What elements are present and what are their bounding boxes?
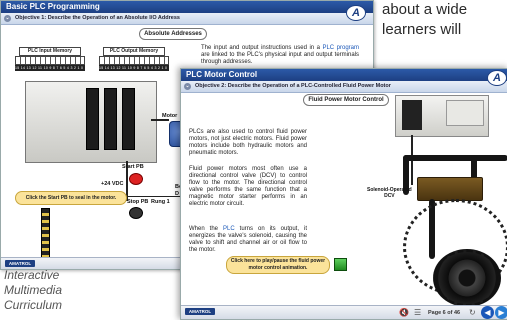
plc-module	[122, 88, 135, 150]
window-front-bottom-bar: AMATROL 🔇 ☰ Page 6 of 46 ↻ ◀ ▶	[181, 305, 507, 319]
window-back-objective: Objective 1: Describe the Operation of a…	[15, 15, 180, 21]
window-front-objective: Objective 2: Describe the Operation of a…	[195, 83, 391, 89]
amatrol-logo-icon: A	[487, 70, 507, 86]
plc-rack-image	[25, 81, 157, 163]
absolute-addresses-button[interactable]: Absolute Addresses	[139, 28, 207, 40]
motor-label: Motor	[162, 113, 178, 119]
start-pushbutton[interactable]	[129, 173, 143, 185]
refresh-icon[interactable]: ↻	[469, 308, 476, 318]
plc-link[interactable]: PLC	[223, 226, 235, 232]
background-text: about a wide learners will	[382, 0, 467, 40]
sprocket-gear-image	[433, 249, 501, 307]
plc-image	[395, 95, 489, 137]
paragraph-3: When the PLC turns on its output, it ene…	[189, 226, 307, 254]
plc-input-memory-label: PLC Input Memory	[19, 47, 81, 56]
paragraph-text: The input and output instructions used i…	[201, 45, 323, 51]
solenoid-dcv-image	[417, 177, 483, 201]
animation-callout: Click here to play/pause the fluid power…	[226, 256, 330, 274]
amatrol-brand: AMATROL	[5, 260, 35, 267]
window-back-objective-bar: ⌄ Objective 1: Describe the Operation of…	[1, 13, 373, 25]
hydraulic-line	[403, 155, 507, 161]
paragraph-2: Fluid power motors most often use a dire…	[189, 166, 307, 207]
menu-icon[interactable]: ☰	[414, 308, 421, 318]
terminal-strip	[41, 208, 50, 262]
caption-line-2: Multimedia	[4, 283, 63, 297]
paragraph-3-text: When the	[189, 226, 223, 232]
page-indicator: Page 6 of 46	[428, 310, 461, 316]
fluid-power-motor-control-button[interactable]: Fluid Power Motor Control	[303, 94, 389, 106]
wire	[151, 119, 169, 121]
caption-line-3: Curriculum	[4, 298, 63, 312]
background-text-line-2: learners will	[382, 21, 462, 38]
plc-output-memory-label: PLC Output Memory	[103, 47, 165, 56]
window-plc-motor-control: PLC Motor Control ⌄ Objective 2: Describ…	[180, 68, 507, 320]
window-front-objective-bar: ⌄ Objective 2: Describe the Operation of…	[181, 81, 507, 93]
start-pb-callout: Click the Start PB to seal in the motor.	[15, 191, 127, 205]
partial-label: D	[175, 191, 179, 197]
plc-input-memory-bits	[15, 56, 85, 65]
objective-chevron-icon[interactable]: ⌄	[4, 15, 11, 22]
amatrol-brand: AMATROL	[185, 308, 215, 315]
plc-program-link[interactable]: PLC program	[322, 45, 359, 51]
caption: Interactive Multimedia Curriculum	[4, 268, 62, 313]
rung-label: Rung 1	[151, 199, 170, 205]
plc-module	[446, 100, 484, 126]
window-back-title: Basic PLC Programming	[1, 1, 373, 13]
back-arrow-icon[interactable]: ◀	[481, 306, 494, 319]
plc-output-memory-bits	[99, 56, 169, 65]
paragraph-text-end: are linked to the PLC's physical input a…	[201, 52, 359, 65]
plc-module	[86, 88, 99, 150]
window-back-paragraph: The input and output instructions used i…	[201, 45, 359, 66]
forward-arrow-icon[interactable]: ▶	[495, 306, 507, 319]
mute-icon[interactable]: 🔇	[399, 308, 409, 318]
plc-module	[402, 100, 422, 130]
start-pb-label: Start PB	[122, 164, 144, 170]
objective-chevron-icon[interactable]: ⌄	[184, 83, 191, 90]
caption-line-1: Interactive	[4, 268, 60, 282]
plc-input-bit-numbers: 15 14 13 12 11 10 9 8 7 6 5 4 3 2 1 0	[15, 65, 85, 71]
voltage-label: +24 VDC	[101, 181, 124, 187]
plc-module	[104, 88, 117, 150]
plc-output-bit-numbers: 15 14 13 12 11 10 9 8 7 6 5 4 3 2 1 0	[99, 65, 169, 71]
stop-pushbutton[interactable]	[129, 207, 143, 219]
paragraph-1: PLCs are also used to control fluid powe…	[189, 129, 307, 156]
window-front-title: PLC Motor Control	[181, 69, 507, 81]
amatrol-logo-icon: A	[346, 5, 366, 21]
background-text-line-1: about a wide	[382, 1, 468, 18]
play-pause-button[interactable]	[334, 258, 347, 271]
stop-pb-label: Stop PB	[127, 199, 149, 205]
solenoid-dcv-label: Solenoid-Operated DCV	[367, 187, 412, 199]
solenoid-label-line-2: DCV	[384, 193, 395, 199]
